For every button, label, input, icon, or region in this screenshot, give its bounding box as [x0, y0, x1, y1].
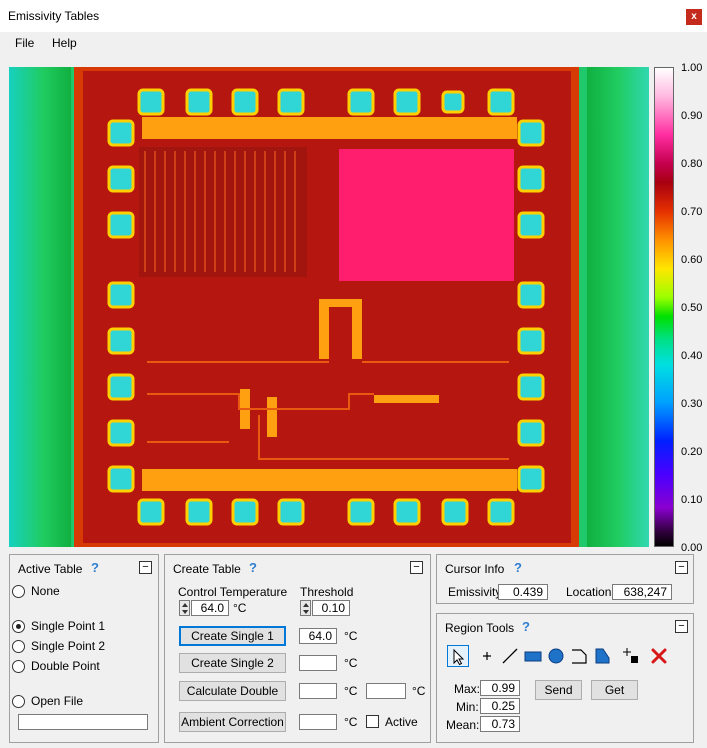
create-single-1-button[interactable]: Create Single 1: [179, 626, 286, 646]
create-single-2-button[interactable]: Create Single 2: [179, 653, 286, 673]
freehand-icon[interactable]: [591, 645, 613, 667]
colorbar-tick: 0.80: [681, 158, 703, 170]
colorbar-tick: 0.50: [681, 302, 703, 314]
send-button[interactable]: Send: [535, 680, 582, 700]
radio-indicator[interactable]: [12, 619, 25, 633]
radio-label: Single Point 2: [31, 639, 106, 653]
radio-indicator[interactable]: [12, 584, 25, 598]
radio-open-file[interactable]: Open File: [12, 694, 83, 708]
ellipse-icon[interactable]: [545, 645, 567, 667]
collapse-button[interactable]: −: [139, 561, 152, 574]
window-title: Emissivity Tables: [8, 9, 100, 23]
crosshair-icon[interactable]: [476, 645, 498, 667]
radio-single-point-2[interactable]: Single Point 2: [12, 639, 105, 653]
collapse-button[interactable]: −: [675, 620, 688, 633]
emissivity-label: Emissivity: [448, 585, 502, 599]
file-path-field[interactable]: [18, 714, 148, 730]
colorbar-tick: 1.00: [681, 62, 703, 74]
radio-label: Open File: [31, 694, 84, 708]
rectangle-icon[interactable]: [522, 645, 544, 667]
double-value-b-field[interactable]: [366, 683, 406, 699]
radio-label: None: [31, 584, 60, 598]
collapse-button[interactable]: −: [675, 561, 688, 574]
single-1-value-field[interactable]: 64.0: [299, 628, 337, 644]
threshold-field[interactable]: 0.10: [312, 600, 350, 616]
add-point-icon[interactable]: [620, 645, 642, 667]
right-edge-gradient: [587, 67, 649, 547]
thermal-image-svg: [9, 67, 649, 547]
threshold-label: Threshold: [300, 585, 354, 599]
location-value: 638,247: [612, 584, 672, 600]
unit-label: °C: [344, 629, 358, 643]
active-checkbox[interactable]: [366, 715, 379, 728]
panel-title: Cursor Info: [445, 562, 505, 576]
colorbar-tick: 0.60: [681, 254, 703, 266]
max-label: Max:: [454, 682, 481, 696]
panel-title: Create Table: [173, 562, 241, 576]
pointer-icon[interactable]: [447, 645, 469, 667]
colorbar-tick: 0.10: [681, 494, 703, 506]
close-button[interactable]: x: [686, 9, 702, 25]
left-edge-gradient: [9, 67, 71, 547]
line-icon[interactable]: [499, 645, 521, 667]
thermal-image[interactable]: [9, 67, 649, 547]
single-2-value-field[interactable]: [299, 655, 337, 671]
colorbar-tick: 0.20: [681, 446, 703, 458]
unit-label: °C: [344, 656, 358, 670]
colorbar-tick: 0.00: [681, 542, 703, 554]
radio-single-point-1[interactable]: Single Point 1: [12, 619, 105, 633]
help-icon[interactable]: ?: [91, 560, 99, 575]
min-label: Min:: [456, 700, 479, 714]
colorbar-tick: 0.40: [681, 350, 703, 362]
help-icon[interactable]: ?: [514, 560, 522, 575]
double-value-a-field[interactable]: [299, 683, 337, 699]
polygon-icon[interactable]: [568, 645, 590, 667]
radio-none[interactable]: None: [12, 584, 60, 598]
unit-label: °C: [233, 601, 247, 615]
threshold-spinner[interactable]: [300, 600, 311, 616]
ambient-correction-button[interactable]: Ambient Correction: [179, 712, 286, 732]
unit-label: °C: [344, 684, 358, 698]
ambient-value-field[interactable]: [299, 714, 337, 730]
calculate-double-button[interactable]: Calculate Double: [179, 681, 286, 701]
max-value: 0.99: [480, 680, 520, 696]
mean-label: Mean:: [446, 718, 480, 732]
radio-double-point[interactable]: Double Point: [12, 659, 100, 673]
radio-indicator[interactable]: [12, 694, 25, 708]
colorbar-tick: 0.30: [681, 398, 703, 410]
min-value: 0.25: [480, 698, 520, 714]
radio-indicator[interactable]: [12, 659, 25, 673]
colorbar-tick: 0.70: [681, 206, 703, 218]
delete-icon[interactable]: [648, 645, 670, 667]
menu-help[interactable]: Help: [52, 36, 77, 50]
menu-file[interactable]: File: [15, 36, 34, 50]
unit-label: °C: [344, 715, 358, 729]
unit-label: °C: [412, 684, 426, 698]
active-label: Active: [385, 715, 418, 729]
pink-region: [339, 149, 514, 281]
panel-title: Region Tools: [445, 621, 515, 635]
radio-label: Single Point 1: [31, 619, 106, 633]
title-bar: Emissivity Tables x: [0, 0, 707, 32]
control-temperature-label: Control Temperature: [178, 585, 288, 599]
get-button[interactable]: Get: [591, 680, 638, 700]
mean-value: 0.73: [480, 716, 520, 732]
help-icon[interactable]: ?: [522, 619, 530, 634]
panel-title: Active Table: [18, 562, 83, 576]
emissivity-colorbar: [654, 67, 674, 547]
control-temperature-field[interactable]: 64.0: [191, 600, 229, 616]
emissivity-value: 0.439: [498, 584, 548, 600]
help-icon[interactable]: ?: [249, 560, 257, 575]
location-label: Location: [566, 585, 612, 599]
collapse-button[interactable]: −: [410, 561, 423, 574]
control-temperature-spinner[interactable]: [179, 600, 190, 616]
colorbar-tick: 0.90: [681, 110, 703, 122]
radio-indicator[interactable]: [12, 639, 25, 653]
radio-label: Double Point: [31, 659, 100, 673]
menu-bar: File Help: [0, 32, 707, 56]
